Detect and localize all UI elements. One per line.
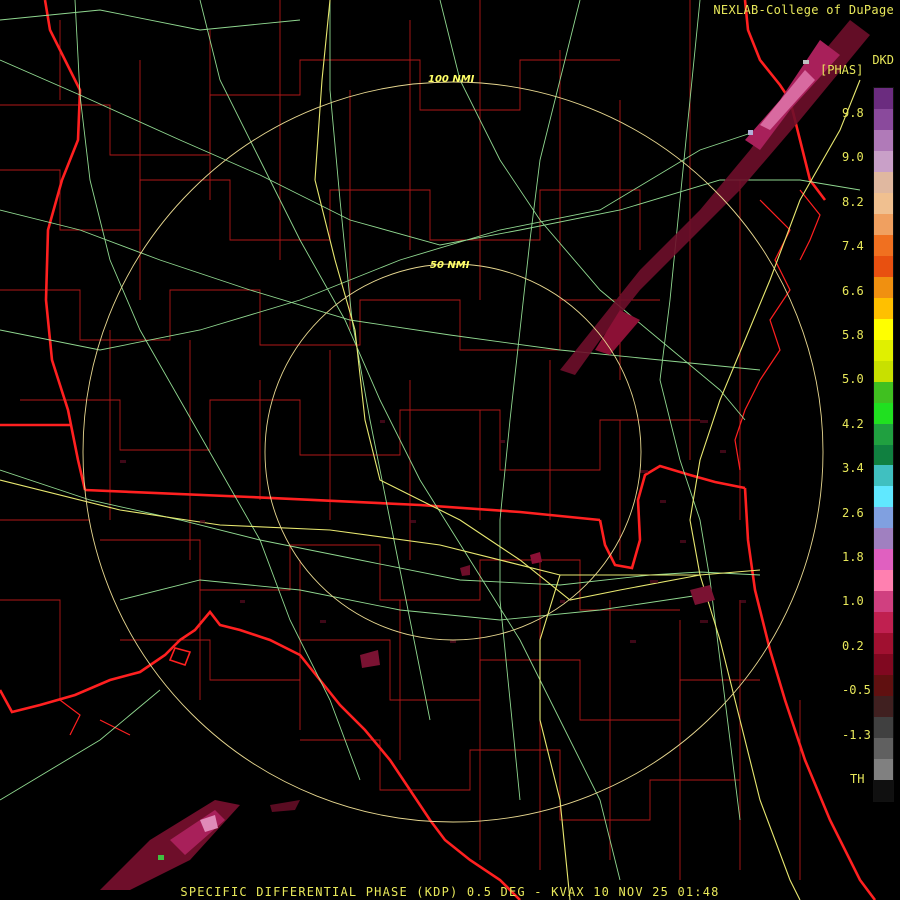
legend-tick-label: -1.3: [842, 727, 871, 742]
legend-tick-label: 1.0: [842, 594, 864, 609]
color-scale-segment: [874, 444, 893, 466]
color-scale-segment: [874, 759, 893, 781]
color-scale-segment: [874, 738, 893, 760]
color-scale-segment: [874, 528, 893, 550]
color-scale-segment: [874, 297, 893, 320]
legend-tick-label: 6.6: [842, 283, 864, 298]
legend-tick-label: 1.8: [842, 550, 864, 564]
product-footer: SPECIFIC DIFFERENTIAL PHASE (KDP) 0.5 DE…: [180, 885, 720, 899]
echo-core: [748, 130, 753, 135]
legend-tick-label: 2.6: [842, 505, 864, 520]
color-scale-segment: [874, 234, 893, 257]
legend-tick-label: -0.5: [842, 683, 871, 698]
color-scale-segment: [874, 465, 893, 487]
legend-tick-label: 9.0: [842, 150, 864, 165]
color-scale-segment: [874, 633, 893, 655]
color-scale-segment: [874, 360, 893, 383]
color-scale-segment: [874, 192, 893, 215]
legend-tick-label: 5.8: [842, 328, 864, 342]
color-scale-segment: [874, 591, 893, 613]
legend-tick-label: 9.8: [842, 106, 864, 120]
color-scale-segment: [874, 675, 893, 697]
legend-tick-label: 4.2: [842, 416, 864, 431]
color-scale-segment: [874, 507, 893, 529]
color-scale-segment: [874, 423, 893, 445]
color-scale-segment: [874, 549, 893, 571]
product-code: DKD: [872, 53, 894, 67]
range-ring-label-100: 100 NMI: [428, 74, 475, 85]
color-scale-segment: [874, 150, 893, 173]
credit-label: NEXLAB-College of DuPage: [713, 3, 894, 17]
range-ring-label-50: 50 NMI: [430, 260, 470, 271]
color-scale-segment: [874, 486, 893, 508]
legend-tick-label: 3.4: [842, 461, 864, 476]
color-scale-segment: [874, 402, 893, 425]
radar-map: 50 NMI 100 NMI: [0, 0, 900, 900]
color-scale-segment: [874, 276, 893, 299]
color-scale-segment: [874, 654, 893, 676]
legend-tick-label: 0.2: [842, 638, 864, 653]
color-scale-segment: [874, 108, 893, 131]
color-scale-segment: [874, 612, 893, 634]
color-scale-segment: [874, 339, 893, 362]
color-scale-segment: [874, 780, 893, 802]
color-scale-bar: [873, 87, 894, 802]
legend-tick-label: 5.0: [842, 372, 864, 387]
color-scale-segment: [874, 717, 893, 739]
legend-tick-label: 8.2: [842, 194, 864, 209]
unit-label: [PHAS]: [820, 63, 864, 77]
legend-tick-label: TH: [850, 772, 865, 786]
color-scale-segment: [874, 696, 893, 718]
color-scale-segment: [874, 88, 893, 110]
color-scale-segment: [874, 381, 893, 404]
color-scale-segment: [874, 318, 893, 341]
color-scale-segment: [874, 255, 893, 278]
color-scale-segment: [874, 213, 893, 236]
color-scale-segment: [874, 129, 893, 152]
color-scale-segment: [874, 171, 893, 194]
legend-tick-label: 7.4: [842, 239, 864, 254]
color-scale-segment: [874, 570, 893, 592]
